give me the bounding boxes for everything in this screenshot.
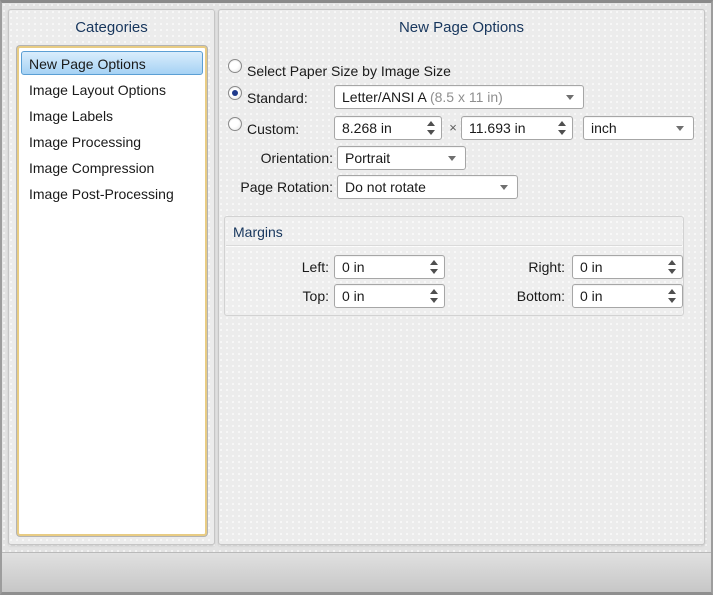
chevron-down-icon: [676, 126, 684, 131]
radio-select-by-image-size[interactable]: [228, 59, 242, 73]
radio-standard[interactable]: [228, 86, 242, 100]
margin-bottom-label: Bottom:: [465, 284, 565, 308]
margin-left-label: Left:: [225, 255, 329, 279]
units-value: inch: [591, 120, 617, 136]
chevron-down-icon: [448, 156, 456, 161]
new-page-options-panel: New Page Options Select Paper Size by Im…: [218, 9, 705, 545]
orientation-value: Portrait: [345, 150, 390, 166]
spinner-arrows-icon[interactable]: [558, 121, 567, 135]
categories-panel: Categories New Page Options Image Layout…: [8, 9, 215, 545]
categories-title: Categories: [9, 10, 214, 46]
margin-left-value: 0 in: [342, 259, 365, 275]
margins-separator: [226, 245, 682, 246]
units-select[interactable]: inch: [583, 116, 694, 140]
margin-right-label: Right:: [465, 255, 565, 279]
margins-group: Margins Left: 0 in Right: 0 in Top: 0 in…: [224, 216, 684, 316]
margin-right-value: 0 in: [580, 259, 603, 275]
sidebar-item[interactable]: Image Compression: [21, 155, 203, 179]
new-page-options-dialog: Categories New Page Options Image Layout…: [0, 0, 713, 595]
margin-top-value: 0 in: [342, 288, 365, 304]
chevron-down-icon: [500, 185, 508, 190]
standard-paper-size-detail: (8.5 x 11 in): [430, 89, 503, 105]
category-list[interactable]: New Page Options Image Layout Options Im…: [17, 46, 207, 536]
margin-bottom-value: 0 in: [580, 288, 603, 304]
page-title: New Page Options: [219, 10, 704, 46]
spinner-arrows-icon[interactable]: [668, 289, 677, 303]
margins-group-title: Margins: [233, 221, 283, 243]
radio-custom[interactable]: [228, 117, 242, 131]
chevron-down-icon: [566, 95, 574, 100]
spinner-arrows-icon[interactable]: [430, 289, 439, 303]
page-rotation-value: Do not rotate: [345, 179, 426, 195]
sidebar-item[interactable]: Image Post-Processing: [21, 181, 203, 205]
radio-select-by-image-size-label[interactable]: Select Paper Size by Image Size: [247, 59, 451, 83]
sidebar-item[interactable]: New Page Options: [21, 51, 203, 75]
sidebar-item[interactable]: Image Labels: [21, 103, 203, 127]
custom-height-spinner[interactable]: 11.693 in: [461, 116, 573, 140]
sidebar-item[interactable]: Image Processing: [21, 129, 203, 153]
page-rotation-label: Page Rotation:: [219, 175, 333, 199]
sidebar-item[interactable]: Image Layout Options: [21, 77, 203, 101]
orientation-label: Orientation:: [219, 146, 333, 170]
margin-top-spinner[interactable]: 0 in: [334, 284, 445, 308]
standard-paper-size-select[interactable]: Letter/ANSI A (8.5 x 11 in): [334, 85, 584, 109]
custom-width-spinner[interactable]: 8.268 in: [334, 116, 442, 140]
page-rotation-select[interactable]: Do not rotate: [337, 175, 518, 199]
orientation-select[interactable]: Portrait: [337, 146, 466, 170]
standard-paper-size-value: Letter/ANSI A: [342, 89, 430, 105]
footer: OK Cancel: [2, 553, 711, 592]
custom-height-value: 11.693 in: [469, 120, 526, 136]
spinner-arrows-icon[interactable]: [668, 260, 677, 274]
custom-width-value: 8.268 in: [342, 120, 392, 136]
margin-top-label: Top:: [225, 284, 329, 308]
margin-bottom-spinner[interactable]: 0 in: [572, 284, 683, 308]
margin-left-spinner[interactable]: 0 in: [334, 255, 445, 279]
radio-standard-label[interactable]: Standard:: [247, 86, 308, 110]
radio-custom-label[interactable]: Custom:: [247, 117, 299, 141]
times-separator: ×: [445, 116, 461, 140]
margin-right-spinner[interactable]: 0 in: [572, 255, 683, 279]
spinner-arrows-icon[interactable]: [430, 260, 439, 274]
spinner-arrows-icon[interactable]: [427, 121, 436, 135]
